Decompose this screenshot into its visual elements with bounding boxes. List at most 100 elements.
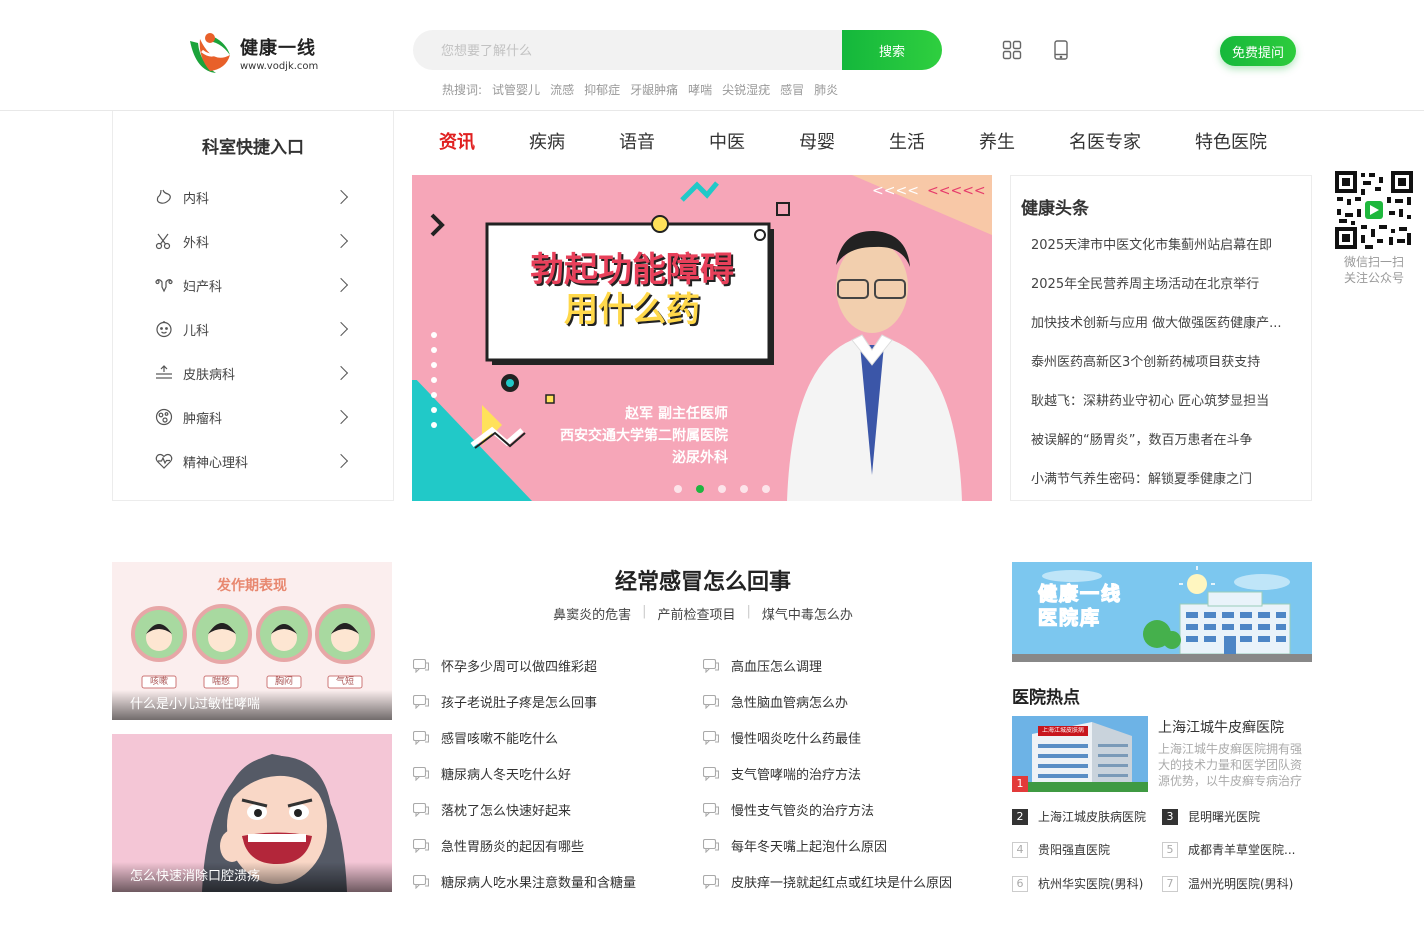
chevron-right-icon <box>333 453 349 469</box>
mobile-phone-icon[interactable] <box>1053 40 1073 60</box>
question-item[interactable]: 高血压怎么调理 <box>702 656 823 675</box>
hot-searches-label: 热搜词: <box>442 83 483 97</box>
hot-term[interactable]: 试管婴儿 <box>492 81 540 98</box>
chevron-right-icon <box>333 233 349 249</box>
slide-dot-active[interactable] <box>696 485 704 493</box>
question-item[interactable]: 急性胃肠炎的起因有哪些 <box>412 836 584 855</box>
question-item[interactable]: 孩子老说肚子疼是怎么回事 <box>412 692 597 711</box>
question-text: 支气管哮喘的治疗方法 <box>731 768 862 783</box>
baby-face-icon <box>155 320 173 338</box>
hot-term[interactable]: 感冒 <box>780 81 804 98</box>
rank-number: 4 <box>1012 841 1028 858</box>
tab-hospitals[interactable]: 特色医院 <box>1195 128 1267 154</box>
question-item[interactable]: 慢性支气管炎的治疗方法 <box>702 800 874 819</box>
site-header: 健康一线 www.vodjk.com 搜索 热搜词: 试管婴儿 流感 抑郁症 牙… <box>0 0 1424 111</box>
question-item[interactable]: 感冒咳嗽不能吃什么 <box>412 728 558 747</box>
headline-item[interactable]: 小满节气养生密码：解锁夏季健康之门 <box>1031 468 1303 487</box>
headline-item[interactable]: 耿越飞：深耕药业守初心 匠心筑梦显担当 <box>1031 390 1303 409</box>
hot-term[interactable]: 抑郁症 <box>584 81 620 98</box>
slide-dot[interactable] <box>718 485 726 493</box>
hospital-banner-line1: 健康一线 <box>1037 582 1123 605</box>
hot-term[interactable]: 流感 <box>550 81 574 98</box>
department-sidebar: 科室快捷入口 内科 外科 妇产科 儿科 皮肤病科 肿瘤科 精神心理科 <box>112 111 394 501</box>
slide-dot[interactable] <box>740 485 748 493</box>
question-item[interactable]: 慢性咽炎吃什么药最佳 <box>702 728 861 747</box>
hot-term[interactable]: 牙龈肿痛 <box>630 81 678 98</box>
slide-dot[interactable] <box>674 485 682 493</box>
site-logo[interactable]: 健康一线 www.vodjk.com <box>186 28 336 78</box>
hot-term[interactable]: 哮喘 <box>688 81 712 98</box>
headline-item[interactable]: 被误解的“肠胃炎”，数百万患者在斗争 <box>1031 429 1303 448</box>
featured-hospital-image[interactable]: 上海江城皮肤病医院 1 <box>1012 716 1148 792</box>
sidebar-item-dermatology[interactable]: 皮肤病科 <box>155 361 350 385</box>
sidebar-item-psychiatry[interactable]: 精神心理科 <box>155 449 350 473</box>
question-item[interactable]: 皮肤痒一挠就起红点或红块是什么原因 <box>702 872 952 891</box>
rank-hospital-name: 杭州华实医院(男科) <box>1038 877 1144 891</box>
video-thumb-asthma[interactable]: 发作期表现 咳嗽 喘憋 胸闷 气短 什么是小儿过敏性哮喘 <box>112 562 392 720</box>
headline-item[interactable]: 泰州医药高新区3个创新药械项目获支持 <box>1031 351 1303 370</box>
tab-wellness[interactable]: 养生 <box>979 128 1015 154</box>
topic-link[interactable]: 煤气中毒怎么办 <box>762 604 853 623</box>
headline-item[interactable]: 加快技术创新与应用 做大做强医药健康产... <box>1031 312 1303 331</box>
hospital-rank-item[interactable]: 3 昆明曙光医院 <box>1162 808 1260 825</box>
chat-bubble-icon <box>702 838 720 853</box>
cell-icon <box>155 408 173 426</box>
featured-hospital-desc: 上海江城牛皮癣医院拥有强大的技术力量和医学团队资源优势，以牛皮癣专病治疗 <box>1158 742 1303 788</box>
question-item[interactable]: 落枕了怎么快速好起来 <box>412 800 571 819</box>
banner-headline-2: 用什么药 <box>564 290 700 330</box>
sidebar-item-pediatrics[interactable]: 儿科 <box>155 317 350 341</box>
hospital-rank-item[interactable]: 4 贵阳强直医院 <box>1012 841 1110 858</box>
rank-number: 5 <box>1162 841 1178 858</box>
question-item[interactable]: 糖尿病人冬天吃什么好 <box>412 764 571 783</box>
tab-maternal[interactable]: 母婴 <box>799 128 835 154</box>
featured-hospital-name[interactable]: 上海江城牛皮癣医院 <box>1158 717 1284 737</box>
tab-experts[interactable]: 名医专家 <box>1069 128 1141 154</box>
tab-life[interactable]: 生活 <box>889 128 925 154</box>
sidebar-item-oncology[interactable]: 肿瘤科 <box>155 405 350 429</box>
question-item[interactable]: 每年冬天嘴上起泡什么原因 <box>702 836 887 855</box>
grid-apps-icon[interactable] <box>1002 40 1022 60</box>
headline-item[interactable]: 2025年全民营养周主场活动在北京举行 <box>1031 273 1303 292</box>
search-button[interactable]: 搜索 <box>842 30 942 70</box>
tab-tcm[interactable]: 中医 <box>709 128 745 154</box>
sidebar-item-surgery[interactable]: 外科 <box>155 229 350 253</box>
sidebar-item-internal[interactable]: 内科 <box>155 185 350 209</box>
hospital-rank-item[interactable]: 5 成都青羊草堂医院... <box>1162 841 1295 858</box>
hospital-library-banner[interactable]: 健康一线 医院库 <box>1012 562 1312 662</box>
question-text: 高血压怎么调理 <box>731 660 823 675</box>
tab-diseases[interactable]: 疾病 <box>529 128 565 154</box>
hospital-rank-item[interactable]: 6 杭州华实医院(男科) <box>1012 875 1143 892</box>
question-item[interactable]: 糖尿病人吃水果注意数量和含糖量 <box>412 872 636 891</box>
question-item[interactable]: 怀孕多少周可以做四维彩超 <box>412 656 597 675</box>
slide-dot[interactable] <box>762 485 770 493</box>
chat-bubble-icon <box>412 766 430 781</box>
logo-url: www.vodjk.com <box>240 61 319 72</box>
topic-link[interactable]: 鼻窦炎的危害 <box>553 604 631 623</box>
sidebar-item-label: 皮肤病科 <box>183 367 236 383</box>
banner-department: 泌尿外科 <box>672 450 728 466</box>
logo-name: 健康一线 <box>240 38 316 59</box>
sidebar-item-label: 儿科 <box>183 323 210 339</box>
hero-banner[interactable]: <<<< <<<<< 勃起功能障碍 用什么药 赵军 副主任医师 西安交通大学第二… <box>412 175 992 501</box>
hospital-rank-item[interactable]: 7 温州光明医院(男科) <box>1162 875 1293 892</box>
tab-voice[interactable]: 语音 <box>619 128 655 154</box>
hot-term[interactable]: 肺炎 <box>814 81 838 98</box>
hot-term[interactable]: 尖锐湿疣 <box>722 81 770 98</box>
search-input[interactable] <box>413 30 842 70</box>
featured-rank: 1 <box>1016 777 1024 790</box>
topic-link[interactable]: 产前检查项目 <box>657 604 735 623</box>
topic-title: 经常感冒怎么回事 <box>614 570 791 595</box>
ask-question-button[interactable]: 免费提问 <box>1220 36 1296 66</box>
hospital-rank-item[interactable]: 2 上海江城皮肤病医院 <box>1012 808 1146 825</box>
topic-links: 鼻窦炎的危害 | 产前检查项目 | 煤气中毒怎么办 <box>413 604 993 623</box>
chat-bubble-icon <box>702 694 720 709</box>
headline-item[interactable]: 2025天津市中医文化市集蓟州站启幕在即 <box>1031 234 1303 253</box>
tab-news[interactable]: 资讯 <box>439 128 475 154</box>
health-headlines: 健康头条 2025天津市中医文化市集蓟州站启幕在即 2025年全民营养周主场活动… <box>1010 175 1312 501</box>
question-item[interactable]: 支气管哮喘的治疗方法 <box>702 764 862 783</box>
video-thumb-mouth-ulcer[interactable]: 怎么快速消除口腔溃疡 <box>112 734 392 892</box>
headlines-title: 健康头条 <box>1021 199 1089 219</box>
chevron-right-icon <box>333 409 349 425</box>
question-item[interactable]: 急性脑血管病怎么办 <box>702 692 848 711</box>
sidebar-item-gynecology[interactable]: 妇产科 <box>155 273 350 297</box>
